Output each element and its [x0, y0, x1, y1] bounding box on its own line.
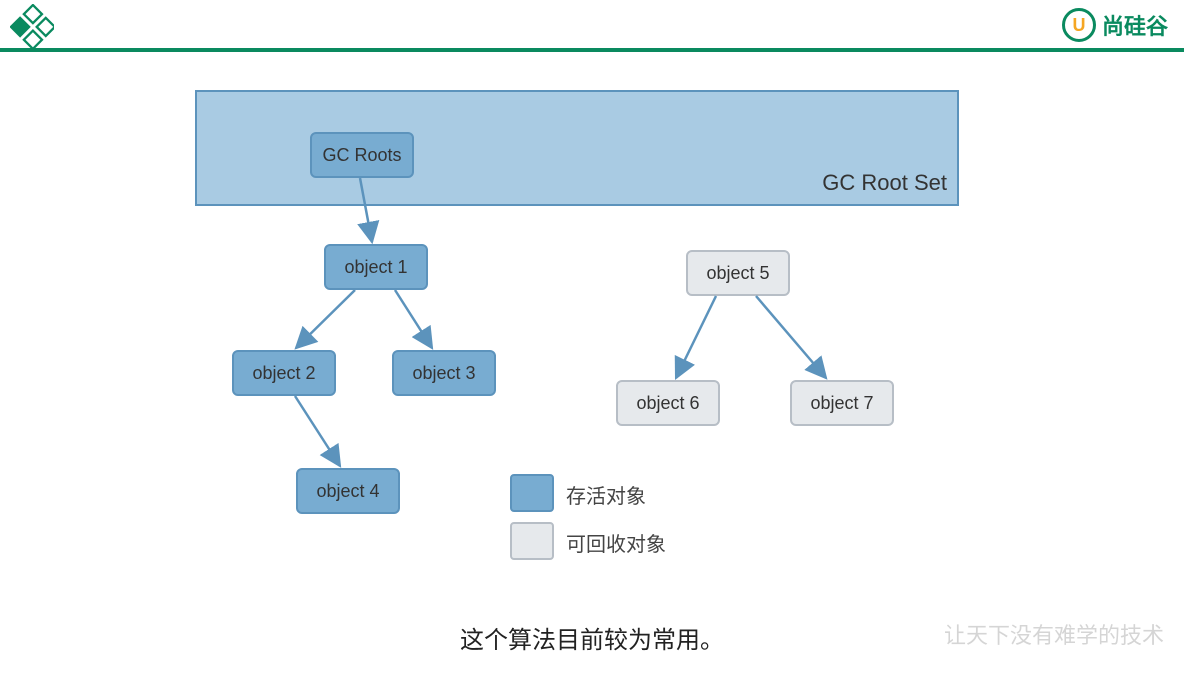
gc-root-set-label: GC Root Set: [822, 170, 947, 196]
legend-alive-label: 存活对象: [566, 480, 646, 509]
top-left-logo-icon: [10, 4, 54, 48]
top-divider: [0, 48, 1184, 52]
legend-dead-label: 可回收对象: [566, 528, 666, 557]
node-object7: object 7: [790, 380, 894, 426]
brand-logo: U 尚硅谷: [1062, 8, 1168, 42]
node-object1: object 1: [324, 244, 428, 290]
legend-alive-swatch: [510, 474, 554, 512]
legend-dead-swatch: [510, 522, 554, 560]
brand-text: 尚硅谷: [1102, 9, 1168, 41]
node-object6: object 6: [616, 380, 720, 426]
watermark-text: 让天下没有难学的技术: [944, 618, 1164, 650]
diagram-canvas: GC Root Set GC Roots object 1 object 2 o…: [0, 60, 1184, 678]
node-object5: object 5: [686, 250, 790, 296]
node-gcroots: GC Roots: [310, 132, 414, 178]
node-object3: object 3: [392, 350, 496, 396]
node-object4: object 4: [296, 468, 400, 514]
node-object2: object 2: [232, 350, 336, 396]
brand-icon: U: [1062, 8, 1096, 42]
